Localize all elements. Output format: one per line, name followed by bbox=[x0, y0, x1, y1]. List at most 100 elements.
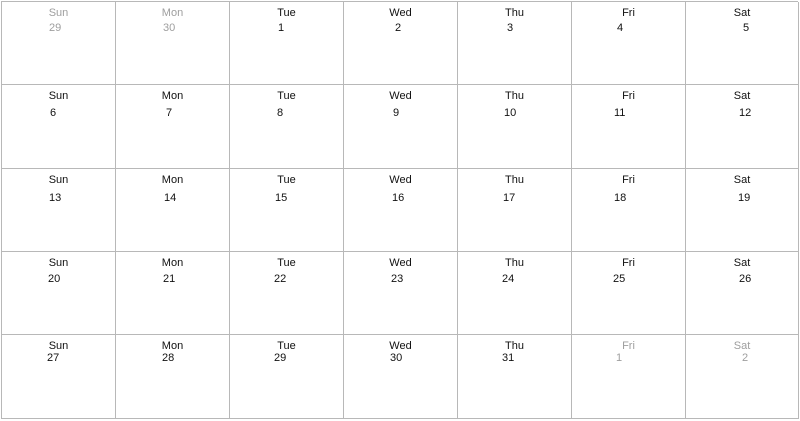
day-number: 30 bbox=[163, 22, 176, 34]
weekday-label: Mon bbox=[161, 257, 184, 269]
weekday-label: Mon bbox=[161, 90, 184, 102]
weekday-label: Fri bbox=[622, 257, 635, 269]
weekday-label: Sat bbox=[733, 7, 751, 19]
day-number: 1 bbox=[616, 352, 623, 364]
day-cell[interactable]: Sun 20 bbox=[2, 252, 116, 335]
day-number: 2 bbox=[742, 352, 749, 364]
weekday-label: Sun bbox=[48, 7, 69, 19]
day-number: 27 bbox=[47, 352, 60, 364]
weekday-label: Fri bbox=[622, 7, 635, 19]
day-cell[interactable]: Thu 10 bbox=[458, 85, 572, 169]
weekday-label: Tue bbox=[277, 90, 296, 102]
day-cell[interactable]: Fri 1 bbox=[572, 335, 686, 419]
day-cell[interactable]: Sat 2 bbox=[686, 335, 799, 419]
weekday-label: Thu bbox=[505, 257, 524, 269]
day-cell[interactable]: Wed 9 bbox=[344, 85, 458, 169]
day-cell[interactable]: Sat 12 bbox=[686, 85, 799, 169]
day-number: 8 bbox=[277, 107, 284, 119]
weekday-label: Sat bbox=[733, 257, 751, 269]
day-number: 10 bbox=[504, 107, 517, 119]
weekday-label: Thu bbox=[505, 90, 524, 102]
weekday-label: Thu bbox=[505, 174, 524, 186]
weekday-label: Mon bbox=[161, 174, 184, 186]
day-number: 20 bbox=[48, 273, 61, 285]
day-number: 22 bbox=[274, 273, 287, 285]
day-number: 4 bbox=[617, 22, 624, 34]
day-number: 2 bbox=[395, 22, 402, 34]
weekday-label: Tue bbox=[277, 7, 296, 19]
weekday-label: Tue bbox=[277, 340, 296, 352]
weekday-label: Sat bbox=[733, 90, 751, 102]
day-number: 6 bbox=[50, 107, 57, 119]
weekday-label: Wed bbox=[389, 174, 412, 186]
day-cell[interactable]: Wed 2 bbox=[344, 2, 458, 85]
day-cell[interactable]: Sun 6 bbox=[2, 85, 116, 169]
day-number: 26 bbox=[739, 273, 752, 285]
day-cell[interactable]: Thu 3 bbox=[458, 2, 572, 85]
day-cell[interactable]: Tue 22 bbox=[230, 252, 344, 335]
day-number: 11 bbox=[614, 107, 626, 119]
day-number: 15 bbox=[275, 192, 288, 204]
day-cell[interactable]: Wed 16 bbox=[344, 169, 458, 252]
weekday-label: Sat bbox=[733, 174, 751, 186]
day-cell[interactable]: Sun 27 bbox=[2, 335, 116, 419]
day-number: 1 bbox=[278, 22, 285, 34]
day-number: 9 bbox=[393, 107, 400, 119]
day-cell[interactable]: Sat 5 bbox=[686, 2, 799, 85]
day-cell[interactable]: Wed 30 bbox=[344, 335, 458, 419]
weekday-label: Sun bbox=[48, 90, 69, 102]
day-number: 13 bbox=[49, 192, 62, 204]
day-number: 25 bbox=[613, 273, 626, 285]
day-cell[interactable]: Mon 30 bbox=[116, 2, 230, 85]
day-cell[interactable]: Tue 8 bbox=[230, 85, 344, 169]
day-number: 21 bbox=[163, 273, 176, 285]
day-cell[interactable]: Thu 17 bbox=[458, 169, 572, 252]
day-cell[interactable]: Fri 4 bbox=[572, 2, 686, 85]
weekday-label: Sun bbox=[48, 257, 69, 269]
day-number: 5 bbox=[743, 22, 750, 34]
day-number: 3 bbox=[507, 22, 514, 34]
day-number: 28 bbox=[162, 352, 175, 364]
day-number: 7 bbox=[166, 107, 173, 119]
day-cell[interactable]: Mon 21 bbox=[116, 252, 230, 335]
day-cell[interactable]: Fri 25 bbox=[572, 252, 686, 335]
weekday-label: Wed bbox=[389, 257, 412, 269]
day-number: 29 bbox=[49, 22, 62, 34]
day-number: 23 bbox=[391, 273, 404, 285]
day-number: 16 bbox=[392, 192, 405, 204]
weekday-label: Wed bbox=[389, 7, 412, 19]
day-number: 24 bbox=[502, 273, 515, 285]
month-calendar-grid: Sun 29 Mon 30 Tue 1 Wed 2 Thu 3 Fri 4 Sa… bbox=[1, 1, 799, 419]
day-cell[interactable]: Sun 29 bbox=[2, 2, 116, 85]
day-cell[interactable]: Thu 24 bbox=[458, 252, 572, 335]
weekday-label: Thu bbox=[505, 340, 524, 352]
weekday-label: Fri bbox=[622, 174, 635, 186]
weekday-label: Sun bbox=[48, 174, 69, 186]
day-cell[interactable]: Tue 29 bbox=[230, 335, 344, 419]
day-number: 19 bbox=[738, 192, 751, 204]
day-cell[interactable]: Sat 26 bbox=[686, 252, 799, 335]
day-cell[interactable]: Sun 13 bbox=[2, 169, 116, 252]
weekday-label: Mon bbox=[161, 7, 184, 19]
day-cell[interactable]: Mon 28 bbox=[116, 335, 230, 419]
day-number: 12 bbox=[739, 107, 752, 119]
weekday-label: Tue bbox=[277, 257, 296, 269]
day-number: 30 bbox=[390, 352, 403, 364]
day-cell[interactable]: Fri 18 bbox=[572, 169, 686, 252]
day-cell[interactable]: Tue 1 bbox=[230, 2, 344, 85]
day-cell[interactable]: Fri 11 bbox=[572, 85, 686, 169]
day-number: 14 bbox=[164, 192, 177, 204]
day-cell[interactable]: Mon 14 bbox=[116, 169, 230, 252]
day-cell[interactable]: Tue 15 bbox=[230, 169, 344, 252]
weekday-label: Fri bbox=[622, 90, 635, 102]
day-number: 17 bbox=[503, 192, 516, 204]
day-cell[interactable]: Mon 7 bbox=[116, 85, 230, 169]
day-number: 18 bbox=[614, 192, 627, 204]
day-cell[interactable]: Sat 19 bbox=[686, 169, 799, 252]
day-cell[interactable]: Wed 23 bbox=[344, 252, 458, 335]
day-number: 29 bbox=[274, 352, 287, 364]
weekday-label: Tue bbox=[277, 174, 296, 186]
day-number: 31 bbox=[502, 352, 515, 364]
day-cell[interactable]: Thu 31 bbox=[458, 335, 572, 419]
weekday-label: Fri bbox=[622, 340, 635, 352]
